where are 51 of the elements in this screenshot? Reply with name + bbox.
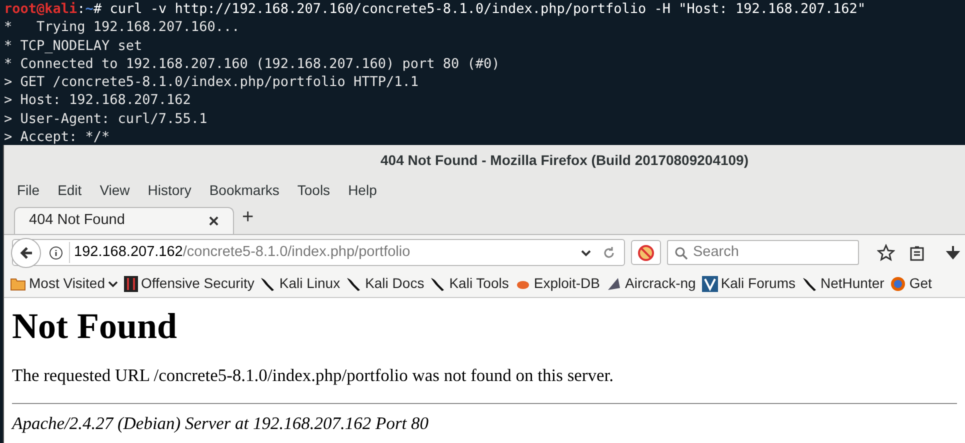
bookmark-item[interactable]: Kali Forums	[702, 273, 796, 294]
terminal-line: * TCP_NODELAY set	[4, 36, 144, 55]
search-input[interactable]: Search	[693, 242, 843, 264]
bookmark-item[interactable]: Aircrack-ng	[606, 273, 696, 294]
close-button[interactable]: ×	[208, 208, 219, 234]
page-message: The requested URL /concrete5-8.1.0/index.php/portfolio was not found on this server.	[12, 364, 615, 387]
browser-tab[interactable]: 404 Not Found ×	[14, 207, 234, 234]
download-icon[interactable]	[945, 244, 961, 260]
terminal-line: > GET /concrete5-8.1.0/index.php/portfolio HTTP/1.1	[4, 73, 420, 92]
menu-item[interactable]: Edit	[48, 180, 91, 200]
terminal-command: # curl -v http://192.168.207.160/concrete5-8.1.0/index.php/portfolio -H "Host: 192.168.207.162"	[93, 1, 866, 17]
reload-icon[interactable]	[602, 246, 616, 260]
bookmark-item[interactable]: Kali Docs	[346, 273, 424, 294]
bookmark-item[interactable]: Get	[890, 273, 932, 294]
bookmark-item[interactable]: Kali Linux	[260, 273, 340, 294]
chevron-down-icon	[108, 280, 118, 288]
page-heading: Not Found	[12, 305, 178, 348]
terminal-line: > Accept: */*	[4, 128, 111, 146]
back-button[interactable]	[11, 238, 41, 268]
logo-icon	[702, 276, 718, 292]
new-tab-button[interactable]: +	[234, 202, 262, 234]
search-field[interactable]: Search	[667, 240, 859, 265]
search-icon	[674, 246, 688, 260]
window-title: 404 Not Found - Mozilla Firefox (Build 20170809204109)	[380, 150, 748, 170]
bookmark-item[interactable]: Most Visited	[10, 273, 118, 294]
menu-item[interactable]: Help	[339, 180, 386, 200]
bookmark-item[interactable]: NetHunter	[802, 273, 884, 294]
menu-item[interactable]: File	[8, 180, 49, 200]
menu-item[interactable]: History	[138, 180, 200, 200]
terminal-line: * Trying 192.168.207.160...	[4, 18, 241, 37]
globe-icon	[890, 276, 906, 292]
prompt-user: root@kali	[4, 1, 78, 17]
bookmark-item[interactable]: Kali Tools	[430, 273, 509, 294]
blocked-icon[interactable]	[631, 240, 661, 265]
prompt-separator: :	[77, 1, 86, 17]
star-icon[interactable]	[877, 244, 895, 262]
server-signature: Apache/2.4.27 (Debian) Server at 192.168.207.162 Port 80	[12, 412, 430, 436]
logo-icon	[124, 276, 138, 292]
bookmark-item[interactable]: Offensive Security	[124, 273, 254, 294]
clipboard-icon[interactable]	[909, 244, 925, 260]
menu-item[interactable]: Bookmarks	[200, 180, 288, 200]
terminal-line: * Connected to 192.168.207.160 (192.168.207.160) port 80 (#0)	[4, 54, 501, 74]
menu-item[interactable]: View	[90, 180, 139, 200]
bookmark-item[interactable]: Exploit-DB	[514, 273, 600, 294]
info-icon[interactable]	[49, 246, 63, 260]
terminal-line: > User-Agent: curl/7.55.1	[4, 110, 208, 128]
menu-item[interactable]: Tools	[288, 180, 340, 200]
back-arrow-icon	[18, 244, 34, 260]
folder-icon	[10, 276, 26, 292]
prompt-path: ~	[85, 1, 94, 17]
terminal-line: > Host: 192.168.207.162	[4, 91, 192, 110]
